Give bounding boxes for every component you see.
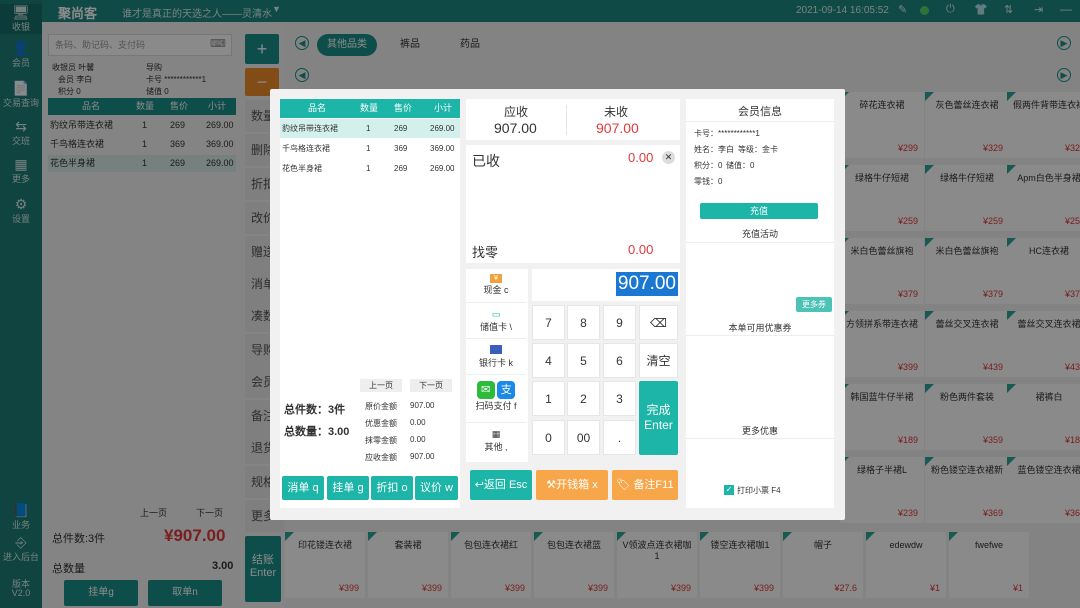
more-offers-label[interactable]: 更多优惠 [686,424,834,437]
next-page-button[interactable]: 下一页 [410,379,452,392]
key-5[interactable]: 5 [567,343,600,378]
modal-total-items: 总件数：3件 [284,404,346,416]
received-label: 已收 [472,153,500,169]
member-balance: 储值：0 [726,161,755,170]
change-amount: 0.00 [628,242,654,257]
discount-amount: 0.00 [410,418,426,427]
recharge-button[interactable]: 充值 [700,203,818,219]
void-order-button[interactable]: 消单 q [282,476,324,500]
table-row[interactable]: 花色半身裙 1 269 269.00 [280,159,460,178]
rounding-amount-label: 抹零金额 [365,436,397,445]
member-change: 零钱：0 [694,177,723,186]
unpaid-label: 未收 [604,105,629,119]
divider [686,438,834,439]
member-info-panel: 会员信息 卡号：************1 姓名：李白 等级：金卡 积分：0 储… [686,99,834,508]
original-amount: 907.00 [410,401,435,410]
bargain-button[interactable]: 议价 w [415,476,458,500]
modal-total-qty: 总数量：3.00 [284,426,350,438]
unionpay-icon [490,345,502,354]
other-method[interactable]: ▦ 其他 , [466,425,526,461]
key-7[interactable]: 7 [532,305,565,340]
rounding-amount: 0.00 [410,435,426,444]
table-row[interactable]: 豹纹吊带连衣裙 1 269 269.00 [280,119,460,138]
key-9[interactable]: 9 [603,305,636,340]
receivable-amount-label: 应收金额 [365,453,397,462]
cash-icon: ¥ [490,274,502,283]
bank-card-method[interactable]: 银行卡 k [466,341,526,375]
more-coupons-button[interactable]: 更多券 [796,297,832,312]
member-name: 姓名：李白 [694,145,734,154]
divider [686,242,834,243]
drawer-icon: ⚒ [546,479,557,491]
key-dot[interactable]: . [603,420,636,455]
amount-summary: 应收 907.00 未收 907.00 [466,99,680,140]
discount-button[interactable]: 折扣 o [371,476,413,500]
member-level: 等级：金卡 [738,145,778,154]
key-4[interactable]: 4 [532,343,565,378]
order-header: 品名 数量 售价 小计 [280,99,460,118]
amount-input-value: 907.00 [615,272,678,296]
key-6[interactable]: 6 [603,343,636,378]
checkout-dialog: 品名 数量 售价 小计 豹纹吊带连衣裙 1 269 269.00 千鸟格连衣裙 1 369 369… [270,89,845,520]
received-panel: 已收 0.00 ✕ 找零 0.00 [466,145,680,263]
key-0[interactable]: 0 [532,420,565,455]
key-8[interactable]: 8 [567,305,600,340]
card-icon: ▭ [491,309,501,319]
back-button[interactable]: ↩返回 Esc [470,470,532,500]
key-00[interactable]: 00 [567,420,600,455]
change-label: 找零 [472,245,499,260]
note-button[interactable]: 🏷 备注F11 [612,470,678,500]
receivable-amount: 907.00 [410,452,435,461]
payment-methods: ¥ 现金 c ▭ 储值卡 \ 银行卡 k ✉ 支扫码支付 f ▦ 其他 , [466,269,528,462]
backspace-icon: ⌫ [650,316,667,330]
print-receipt-label: 打印小票 F4 [737,486,781,495]
amount-input[interactable]: 907.00 [532,269,680,301]
member-points: 积分：0 [694,161,723,170]
key-2[interactable]: 2 [567,381,600,416]
open-drawer-button[interactable]: ⚒开钱箱 x [536,470,608,500]
tag-icon: 🏷 [616,479,631,491]
wechat-icon: ✉ [476,381,495,399]
scan-pay-method[interactable]: ✉ 支扫码支付 f [466,377,526,423]
divider [686,335,834,336]
back-arrow-icon: ↩ [474,479,484,491]
divider [686,121,834,122]
due-amount: 907.00 [494,120,537,136]
hold-order-button[interactable]: 挂单 g [327,476,369,500]
complete-button[interactable]: 完成 Enter [639,381,678,455]
available-coupons-label: 本单可用优惠券 [728,323,792,333]
backspace-key[interactable]: ⌫ [639,305,678,340]
member-card: 卡号：************1 [694,129,760,138]
original-amount-label: 原价金额 [365,402,397,411]
close-icon[interactable]: ✕ [662,151,675,164]
key-1[interactable]: 1 [532,381,565,416]
member-title: 会员信息 [738,106,782,118]
due-label: 应收 [504,105,529,119]
received-amount: 0.00 [628,150,654,165]
unpaid-amount: 907.00 [596,120,639,136]
key-3[interactable]: 3 [603,381,636,416]
table-row[interactable]: 千鸟格连衣裙 1 369 369.00 [280,139,460,158]
cash-method[interactable]: ¥ 现金 c [466,269,526,303]
order-list-panel: 品名 数量 售价 小计 豹纹吊带连衣裙 1 269 269.00 千鸟格连衣裙 1 369 369… [280,99,460,508]
alipay-icon: 支 [497,381,516,399]
recharge-activity-label: 充值活动 [741,229,778,239]
stored-card-method[interactable]: ▭ 储值卡 \ [466,305,526,339]
prev-page-button[interactable]: 上一页 [360,379,402,392]
divider [566,105,567,135]
grid-icon: ▦ [491,429,501,439]
clear-key[interactable]: 清空 [639,343,678,378]
discount-amount-label: 优惠金额 [365,419,397,428]
print-receipt-checkbox[interactable]: ✓ [724,485,734,495]
